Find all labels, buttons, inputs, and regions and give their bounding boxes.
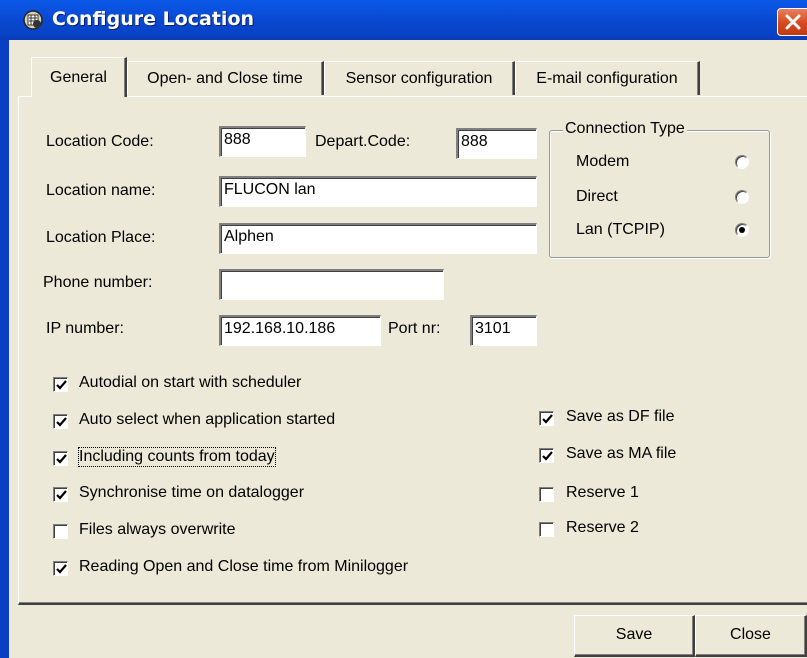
autodial-checkbox[interactable]	[53, 377, 68, 392]
including-counts-checkbox[interactable]	[53, 451, 68, 466]
connection-type-title: Connection Type	[563, 120, 687, 138]
checkmark-icon	[542, 414, 553, 424]
checkmark-icon	[542, 451, 553, 461]
app-icon	[22, 9, 44, 31]
checkmark-icon	[56, 564, 67, 574]
location-name-field[interactable]: FLUCON lan	[219, 176, 537, 207]
title-bar[interactable]: Configure Location	[0, 0, 807, 40]
connection-option-direct-label: Direct	[576, 188, 618, 205]
checkmark-icon	[56, 380, 67, 390]
ip-number-field[interactable]: 192.168.10.186	[219, 315, 381, 346]
depart-code-label: Depart.Code:	[315, 133, 411, 150]
checkmark-icon	[56, 490, 67, 500]
tab-sensor-configuration[interactable]: Sensor configuration	[324, 61, 515, 95]
tab-label: E-mail configuration	[536, 70, 678, 87]
reserve-2-checkbox[interactable]	[539, 522, 554, 537]
reserve-2-label[interactable]: Reserve 2	[566, 519, 639, 537]
phone-number-field[interactable]	[219, 269, 444, 300]
synchronise-time-label[interactable]: Synchronise time on datalogger	[79, 484, 304, 502]
reading-open-close-label[interactable]: Reading Open and Close time from Minilog…	[79, 558, 408, 576]
tab-general[interactable]: General	[31, 57, 127, 97]
save-button[interactable]: Save	[574, 615, 695, 657]
save-ma-label[interactable]: Save as MA file	[566, 445, 676, 463]
files-overwrite-label[interactable]: Files always overwrite	[79, 521, 235, 539]
close-icon	[785, 14, 801, 30]
save-ma-checkbox[interactable]	[539, 448, 554, 463]
tab-email-configuration[interactable]: E-mail configuration	[515, 61, 700, 95]
auto-select-checkbox[interactable]	[53, 414, 68, 429]
including-counts-label[interactable]: Including counts from today	[78, 447, 276, 467]
checkmark-icon	[56, 454, 67, 464]
connection-option-modem-radio[interactable]	[735, 155, 749, 169]
location-name-label: Location name:	[46, 182, 156, 199]
close-button[interactable]: Close	[695, 615, 807, 657]
port-nr-label: Port nr:	[388, 320, 441, 337]
autodial-label[interactable]: Autodial on start with scheduler	[79, 374, 301, 392]
files-overwrite-checkbox[interactable]	[53, 524, 68, 539]
location-place-label: Location Place:	[46, 229, 156, 246]
reading-open-close-checkbox[interactable]	[53, 561, 68, 576]
tab-open-close-time[interactable]: Open- and Close time	[127, 61, 324, 95]
connection-option-modem-label: Modem	[576, 153, 630, 170]
configure-location-window: Configure Location General Open- and Clo…	[0, 0, 807, 658]
connection-option-direct-radio[interactable]	[735, 190, 749, 204]
tab-label: General	[50, 69, 107, 86]
phone-number-label: Phone number:	[43, 274, 153, 291]
ip-number-label: IP number:	[46, 320, 124, 337]
window-frame	[0, 40, 9, 658]
window-title: Configure Location	[52, 8, 255, 30]
depart-code-field[interactable]: 888	[456, 128, 537, 159]
location-place-field[interactable]: Alphen	[219, 223, 537, 254]
save-button-label: Save	[615, 626, 653, 643]
close-window-button[interactable]	[777, 8, 807, 36]
port-nr-field[interactable]: 3101	[470, 315, 537, 346]
tab-label: Open- and Close time	[147, 70, 303, 87]
reserve-1-checkbox[interactable]	[539, 487, 554, 502]
tab-label: Sensor configuration	[345, 70, 493, 87]
connection-option-lan-radio[interactable]	[735, 223, 749, 237]
synchronise-time-checkbox[interactable]	[53, 487, 68, 502]
save-df-checkbox[interactable]	[539, 411, 554, 426]
checkmark-icon	[56, 417, 67, 427]
location-code-label: Location Code:	[46, 133, 154, 150]
location-code-field[interactable]: 888	[219, 126, 306, 157]
connection-option-lan-label: Lan (TCPIP)	[576, 221, 665, 238]
auto-select-label[interactable]: Auto select when application started	[79, 411, 335, 429]
reserve-1-label[interactable]: Reserve 1	[566, 484, 639, 502]
close-button-label: Close	[730, 626, 771, 643]
save-df-label[interactable]: Save as DF file	[566, 408, 674, 426]
